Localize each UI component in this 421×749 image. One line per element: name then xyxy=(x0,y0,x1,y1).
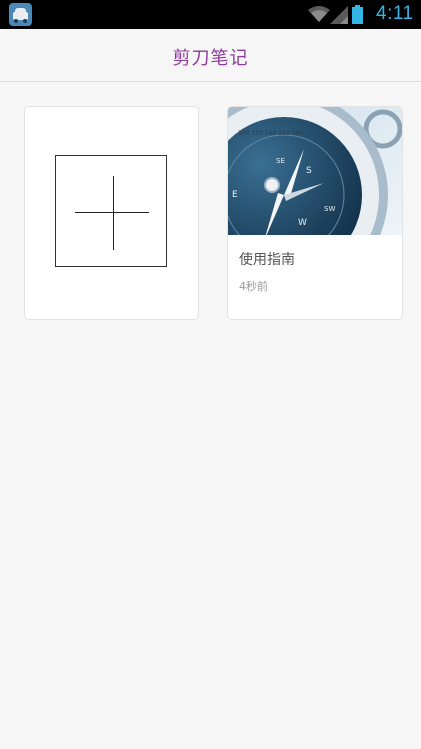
app-notification-icon xyxy=(9,3,32,26)
svg-text:W: W xyxy=(298,218,307,228)
cell-signal-icon xyxy=(330,6,348,24)
battery-icon xyxy=(352,5,363,24)
plus-icon xyxy=(55,155,167,267)
status-clock: 4:11 xyxy=(376,3,414,24)
compass-image: SE S E SW W 100 120 140 160 180 xyxy=(228,107,402,235)
status-bar: 4:11 xyxy=(0,0,421,29)
add-note-card[interactable] xyxy=(24,106,199,320)
wifi-icon xyxy=(308,6,330,22)
note-title: 使用指南 xyxy=(239,252,295,268)
app-header: 剪刀笔记 xyxy=(0,29,421,82)
svg-text:E: E xyxy=(232,190,238,200)
note-card[interactable]: SE S E SW W 100 120 140 160 180 使用指南 4秒前 xyxy=(227,106,403,320)
svg-text:100 120 140 160 180: 100 120 140 160 180 xyxy=(238,130,303,137)
page-title: 剪刀笔记 xyxy=(172,48,249,69)
svg-text:S: S xyxy=(306,166,312,176)
note-timestamp: 4秒前 xyxy=(239,280,268,293)
svg-text:SW: SW xyxy=(324,205,335,213)
svg-text:SE: SE xyxy=(276,157,285,165)
